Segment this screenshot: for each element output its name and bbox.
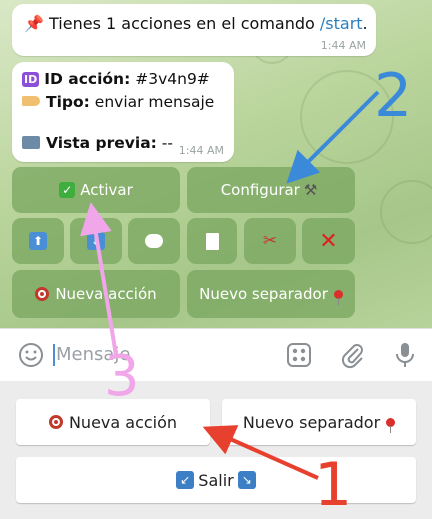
round-pushpin-icon bbox=[386, 417, 396, 433]
message-input-bar: Mensaje bbox=[0, 328, 432, 381]
id-value: #3v4n9# bbox=[135, 70, 210, 88]
target-icon bbox=[48, 415, 63, 429]
start-command-link[interactable]: /start bbox=[320, 14, 363, 33]
exit-button[interactable]: ↙ Salir ↘ bbox=[16, 457, 416, 503]
bot-keyboard-icon[interactable] bbox=[286, 342, 312, 368]
speech-bubble-icon bbox=[145, 234, 163, 248]
target-icon bbox=[35, 287, 50, 301]
exit-label: Salir bbox=[198, 470, 234, 490]
new-separator-button[interactable]: Nuevo separador bbox=[222, 399, 416, 445]
message-text: Tienes 1 acciones en el comando bbox=[49, 14, 320, 33]
message-time: 1:44 AM bbox=[320, 39, 366, 52]
configure-label: Configurar bbox=[220, 181, 300, 199]
type-value: enviar mensaje bbox=[94, 93, 215, 111]
attach-paperclip-icon[interactable] bbox=[340, 341, 366, 369]
round-pushpin-icon bbox=[333, 289, 343, 305]
delete-button[interactable]: ✕ bbox=[302, 218, 355, 264]
message-time: 1:44 AM bbox=[178, 144, 224, 157]
pinned-message-text: 📌 Tienes 1 acciones en el comando /start… bbox=[24, 14, 368, 33]
red-x-icon: ✕ bbox=[319, 228, 338, 254]
reply-keyboard: Nueva acción Nuevo separador ↙ Salir ↘ bbox=[0, 381, 432, 519]
checkmark-icon: ✓ bbox=[59, 182, 76, 198]
background-doodle bbox=[380, 180, 432, 244]
preview-label: Vista previa: bbox=[46, 134, 157, 152]
type-label: Tipo: bbox=[46, 93, 90, 111]
background-doodle bbox=[300, 70, 394, 164]
up-arrow-icon: ⬆ bbox=[29, 232, 47, 250]
activate-label: Activar bbox=[80, 181, 133, 199]
label-tag-icon bbox=[22, 96, 40, 106]
action-type-line: Tipo: enviar mensaje bbox=[22, 93, 214, 111]
emoji-icon[interactable] bbox=[18, 342, 44, 368]
new-action-inline-button[interactable]: Nueva acción bbox=[12, 270, 180, 318]
text-cursor bbox=[53, 344, 55, 366]
new-action-label: Nueva acción bbox=[68, 412, 178, 432]
new-action-button[interactable]: Nueva acción bbox=[16, 399, 210, 445]
activate-button[interactable]: ✓ Activar bbox=[12, 167, 180, 213]
id-label: ID acción: bbox=[44, 70, 131, 88]
document-icon bbox=[205, 232, 219, 250]
arrow-left-icon: ↙ bbox=[176, 471, 195, 489]
id-icon: ID bbox=[22, 72, 40, 87]
preview-value: -- bbox=[161, 134, 173, 152]
new-action-label: Nueva acción bbox=[55, 285, 157, 303]
down-arrow-icon: ⬇ bbox=[87, 232, 105, 250]
move-down-button[interactable]: ⬇ bbox=[70, 218, 122, 264]
hammer-and-pick-icon: ⚒ bbox=[303, 181, 318, 199]
new-separator-inline-button[interactable]: Nuevo separador bbox=[187, 270, 355, 318]
arrow-right-icon: ↘ bbox=[237, 471, 256, 489]
scissors-icon: ✂ bbox=[262, 231, 278, 251]
cut-button[interactable]: ✂ bbox=[244, 218, 296, 264]
configure-button[interactable]: Configurar ⚒ bbox=[187, 167, 355, 213]
message-input[interactable]: Mensaje bbox=[56, 344, 131, 365]
action-message-bubble: ID ID acción: #3v4n9# Tipo: enviar mensaj… bbox=[12, 62, 234, 162]
action-id-line: ID ID acción: #3v4n9# bbox=[22, 70, 210, 88]
folder-icon bbox=[22, 136, 40, 149]
move-up-button[interactable]: ⬆ bbox=[12, 218, 64, 264]
document-button[interactable] bbox=[187, 218, 237, 264]
action-preview-line: Vista previa: -- bbox=[22, 134, 173, 152]
chat-area: 📌 Tienes 1 acciones en el comando /start… bbox=[0, 0, 432, 328]
new-separator-label: Nuevo separador bbox=[199, 285, 328, 303]
pinned-message-bubble: 📌 Tienes 1 acciones en el comando /start… bbox=[12, 4, 376, 56]
pushpin-icon: 📌 bbox=[24, 14, 44, 33]
microphone-icon[interactable] bbox=[394, 341, 416, 369]
message-button[interactable] bbox=[128, 218, 180, 264]
message-suffix: . bbox=[362, 14, 368, 33]
new-separator-label: Nuevo separador bbox=[242, 412, 381, 432]
